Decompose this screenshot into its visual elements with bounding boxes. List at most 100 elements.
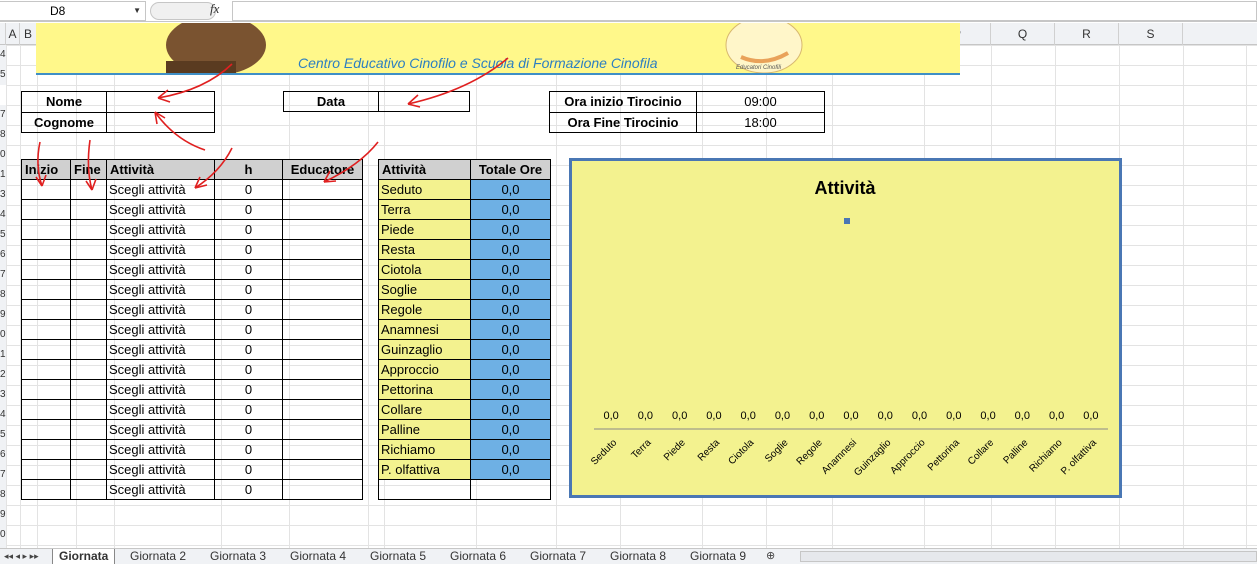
inizio-cell[interactable] xyxy=(21,279,71,300)
ora-inizio-value[interactable]: 09:00 xyxy=(696,91,825,113)
attivita-select[interactable]: Scegli attività xyxy=(106,279,215,300)
column-header-R[interactable]: R xyxy=(1055,23,1119,45)
new-sheet-icon[interactable]: ⊕ xyxy=(766,549,775,564)
column-header-Q[interactable]: Q xyxy=(991,23,1055,45)
ora-fine-value[interactable]: 18:00 xyxy=(696,112,825,133)
function-icon[interactable]: fx xyxy=(210,1,219,17)
sheet-tab-7[interactable]: Giornata 7 xyxy=(524,549,592,564)
fine-cell[interactable] xyxy=(70,359,107,380)
fine-cell[interactable] xyxy=(70,419,107,440)
attivita-select[interactable]: Scegli attività xyxy=(106,399,215,420)
attivita-select[interactable]: Scegli attività xyxy=(106,459,215,480)
educatore-cell[interactable] xyxy=(282,439,363,460)
educatore-cell[interactable] xyxy=(282,239,363,260)
inizio-cell[interactable] xyxy=(21,419,71,440)
fine-cell[interactable] xyxy=(70,479,107,500)
inizio-cell[interactable] xyxy=(21,239,71,260)
chevron-down-icon[interactable]: ▼ xyxy=(133,2,141,20)
inizio-cell[interactable] xyxy=(21,399,71,420)
inizio-cell[interactable] xyxy=(21,199,71,220)
column-header-S[interactable]: S xyxy=(1119,23,1183,45)
fine-cell[interactable] xyxy=(70,439,107,460)
inizio-cell[interactable] xyxy=(21,219,71,240)
h-cell: 0 xyxy=(214,179,283,200)
inizio-cell[interactable] xyxy=(21,339,71,360)
inizio-cell[interactable] xyxy=(21,459,71,480)
sheet-tab-2[interactable]: Giornata 2 xyxy=(124,549,192,564)
attivita-select[interactable]: Scegli attività xyxy=(106,339,215,360)
column-header-B[interactable]: B xyxy=(20,23,37,45)
horizontal-scrollbar[interactable] xyxy=(800,551,1257,562)
fine-cell[interactable] xyxy=(70,319,107,340)
inizio-cell[interactable] xyxy=(21,319,71,340)
fine-cell[interactable] xyxy=(70,199,107,220)
attivita-select[interactable]: Scegli attività xyxy=(106,199,215,220)
educatore-cell[interactable] xyxy=(282,279,363,300)
educatore-cell[interactable] xyxy=(282,259,363,280)
sheet-tab-6[interactable]: Giornata 6 xyxy=(444,549,512,564)
inizio-cell[interactable] xyxy=(21,359,71,380)
inizio-cell[interactable] xyxy=(21,179,71,200)
fine-cell[interactable] xyxy=(70,279,107,300)
grid-row-line xyxy=(6,525,1257,526)
educatore-cell[interactable] xyxy=(282,379,363,400)
educatore-cell[interactable] xyxy=(282,359,363,380)
attivita-select[interactable]: Scegli attività xyxy=(106,259,215,280)
select-all-corner[interactable] xyxy=(0,23,6,45)
data-input[interactable] xyxy=(378,91,470,112)
educatore-cell[interactable] xyxy=(282,299,363,320)
fine-cell[interactable] xyxy=(70,339,107,360)
inizio-cell[interactable] xyxy=(21,299,71,320)
sheet-tab-4[interactable]: Giornata 4 xyxy=(284,549,352,564)
fine-cell[interactable] xyxy=(70,299,107,320)
educatore-cell[interactable] xyxy=(282,199,363,220)
inizio-cell[interactable] xyxy=(21,259,71,280)
sheet-tab-9[interactable]: Giornata 9 xyxy=(684,549,752,564)
sheet-tab-1[interactable]: Giornata xyxy=(52,549,116,564)
inizio-cell[interactable] xyxy=(21,379,71,400)
totals-hours: 0,0 xyxy=(470,239,551,260)
attivita-select[interactable]: Scegli attività xyxy=(106,419,215,440)
totals-hours: 0,0 xyxy=(470,339,551,360)
attivita-select[interactable]: Scegli attività xyxy=(106,319,215,340)
attivita-select[interactable]: Scegli attività xyxy=(106,179,215,200)
nome-input[interactable] xyxy=(106,91,215,113)
sheet-tab-5[interactable]: Giornata 5 xyxy=(364,549,432,564)
x-tick-label: Collare xyxy=(966,437,996,467)
educatore-cell[interactable] xyxy=(282,459,363,480)
educatore-cell[interactable] xyxy=(282,339,363,360)
fine-cell[interactable] xyxy=(70,379,107,400)
attivita-select[interactable]: Scegli attività xyxy=(106,379,215,400)
fine-cell[interactable] xyxy=(70,239,107,260)
sheet-tab-3[interactable]: Giornata 3 xyxy=(204,549,272,564)
fine-cell[interactable] xyxy=(70,219,107,240)
educatore-cell[interactable] xyxy=(282,419,363,440)
educatore-cell[interactable] xyxy=(282,319,363,340)
cognome-input[interactable] xyxy=(106,112,215,133)
fine-cell[interactable] xyxy=(70,459,107,480)
x-tick-label: Terra xyxy=(630,437,654,461)
fine-cell[interactable] xyxy=(70,259,107,280)
name-box[interactable]: D8 ▼ xyxy=(0,1,146,21)
column-header-A[interactable]: A xyxy=(6,23,20,45)
data-label: 0,0 xyxy=(843,410,858,422)
formula-input[interactable] xyxy=(232,1,1257,21)
educatore-cell[interactable] xyxy=(282,219,363,240)
tab-nav-icon[interactable]: ◂◂ ◂ ▸ ▸▸ xyxy=(4,549,39,564)
attivita-select[interactable]: Scegli attività xyxy=(106,479,215,500)
attivita-select[interactable]: Scegli attività xyxy=(106,439,215,460)
totals-hours: 0,0 xyxy=(470,199,551,220)
attivita-select[interactable]: Scegli attività xyxy=(106,359,215,380)
activity-chart[interactable]: Attività 0,0 Seduto 0,0 Terra 0,0 Piede 0,0 Rest… xyxy=(569,158,1122,498)
educatore-cell[interactable] xyxy=(282,479,363,500)
attivita-select[interactable]: Scegli attività xyxy=(106,239,215,260)
fine-cell[interactable] xyxy=(70,399,107,420)
inizio-cell[interactable] xyxy=(21,479,71,500)
inizio-cell[interactable] xyxy=(21,439,71,460)
fine-cell[interactable] xyxy=(70,179,107,200)
attivita-select[interactable]: Scegli attività xyxy=(106,219,215,240)
attivita-select[interactable]: Scegli attività xyxy=(106,299,215,320)
sheet-tab-8[interactable]: Giornata 8 xyxy=(604,549,672,564)
educatore-cell[interactable] xyxy=(282,179,363,200)
educatore-cell[interactable] xyxy=(282,399,363,420)
